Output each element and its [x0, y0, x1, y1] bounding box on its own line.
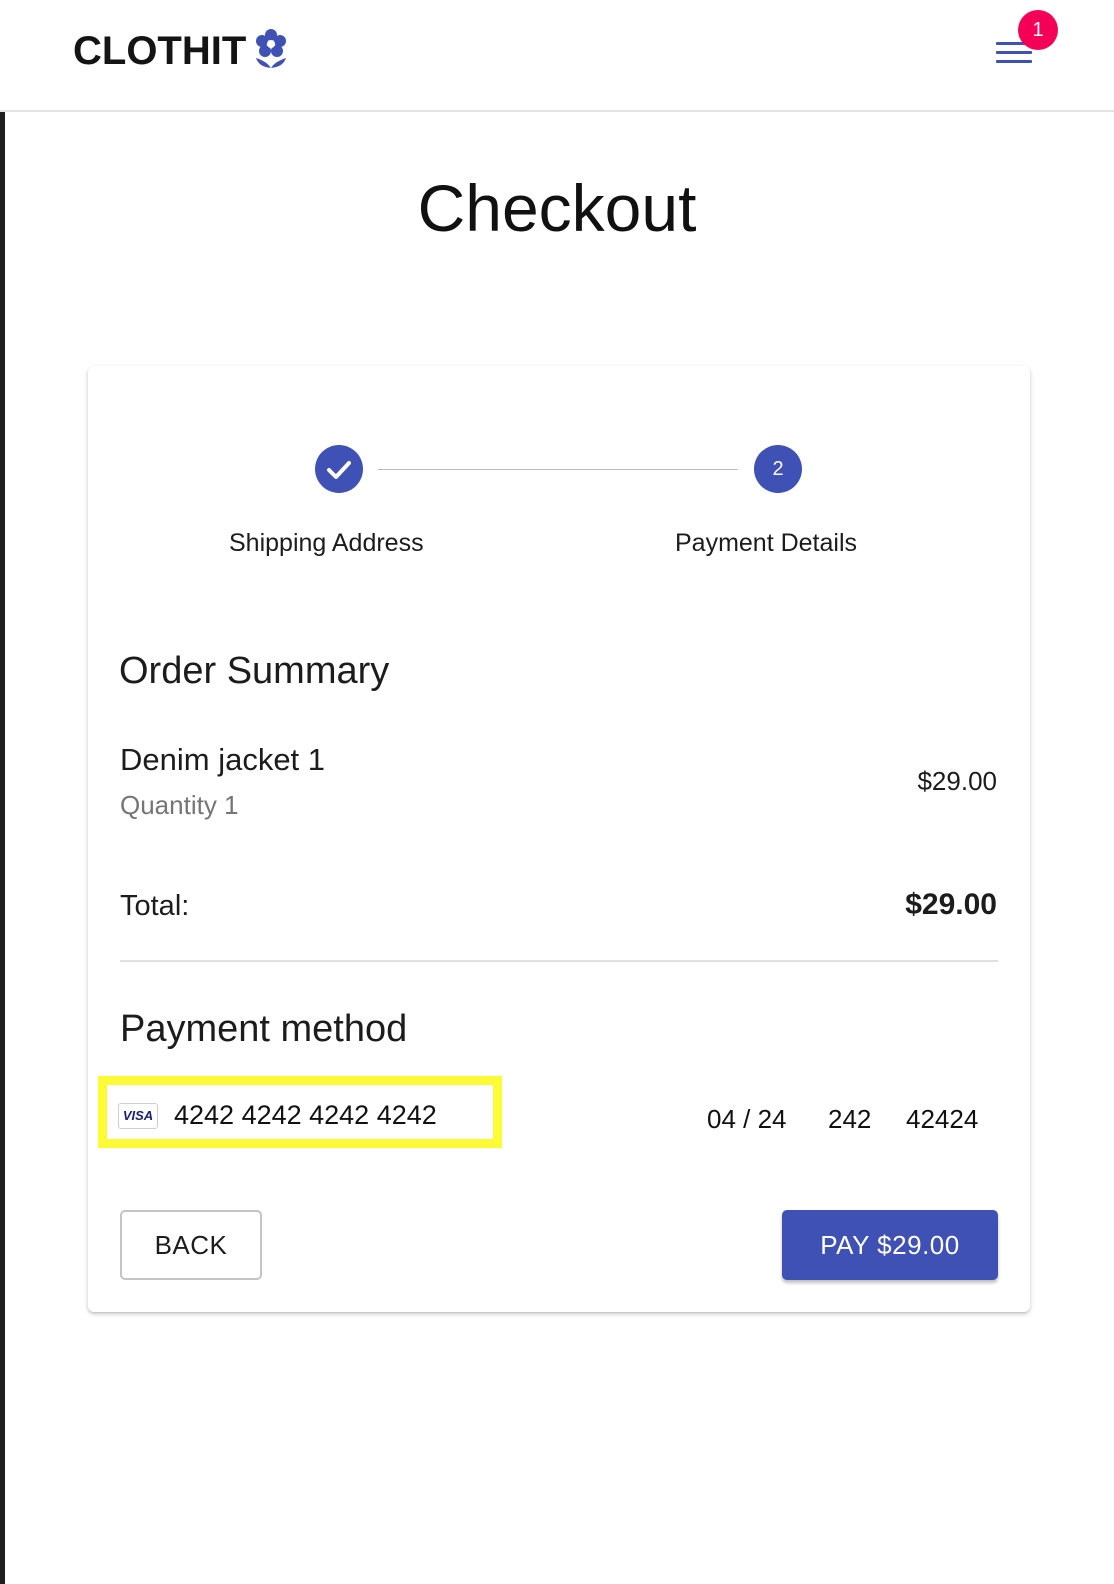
total-value: $29.00	[905, 888, 997, 921]
payment-method-heading: Payment method	[120, 1008, 408, 1050]
top-app-bar: CLOTHIT 1	[0, 0, 1114, 112]
check-icon	[327, 461, 351, 479]
brand-name: CLOTHIT	[73, 28, 247, 73]
brand-logo[interactable]: CLOTHIT	[73, 28, 290, 74]
total-label: Total:	[120, 890, 190, 922]
cart-count-badge: 1	[1018, 10, 1058, 50]
stepper-connector	[378, 469, 738, 470]
order-item-price: $29.00	[917, 766, 997, 796]
pay-button[interactable]: PAY $29.00	[782, 1210, 998, 1280]
card-cvc-field[interactable]: 242	[828, 1104, 871, 1135]
card-zip-field[interactable]: 42424	[906, 1104, 978, 1135]
order-summary-heading: Order Summary	[119, 650, 390, 692]
order-item-quantity: Quantity 1	[120, 790, 239, 820]
back-button[interactable]: BACK	[120, 1210, 262, 1280]
summary-divider	[120, 960, 998, 962]
step-label-payment-details: Payment Details	[675, 529, 858, 557]
step-1-check-icon	[315, 445, 363, 493]
page-title: Checkout	[417, 171, 697, 245]
checkout-card: 2 Shipping Address Payment Details Order…	[88, 366, 1030, 1312]
step-2-indicator: 2	[754, 445, 802, 493]
step-label-shipping-address: Shipping Address	[229, 529, 424, 557]
card-number-value: 4242 4242 4242 4242	[174, 1100, 437, 1130]
card-expiry-field[interactable]: 04 / 24	[707, 1104, 787, 1135]
flower-icon	[256, 29, 287, 68]
visa-card-icon: VISA	[118, 1102, 158, 1129]
order-item-name: Denim jacket 1	[120, 742, 326, 777]
card-number-field[interactable]: VISA 4242 4242 4242 4242	[118, 1100, 437, 1131]
